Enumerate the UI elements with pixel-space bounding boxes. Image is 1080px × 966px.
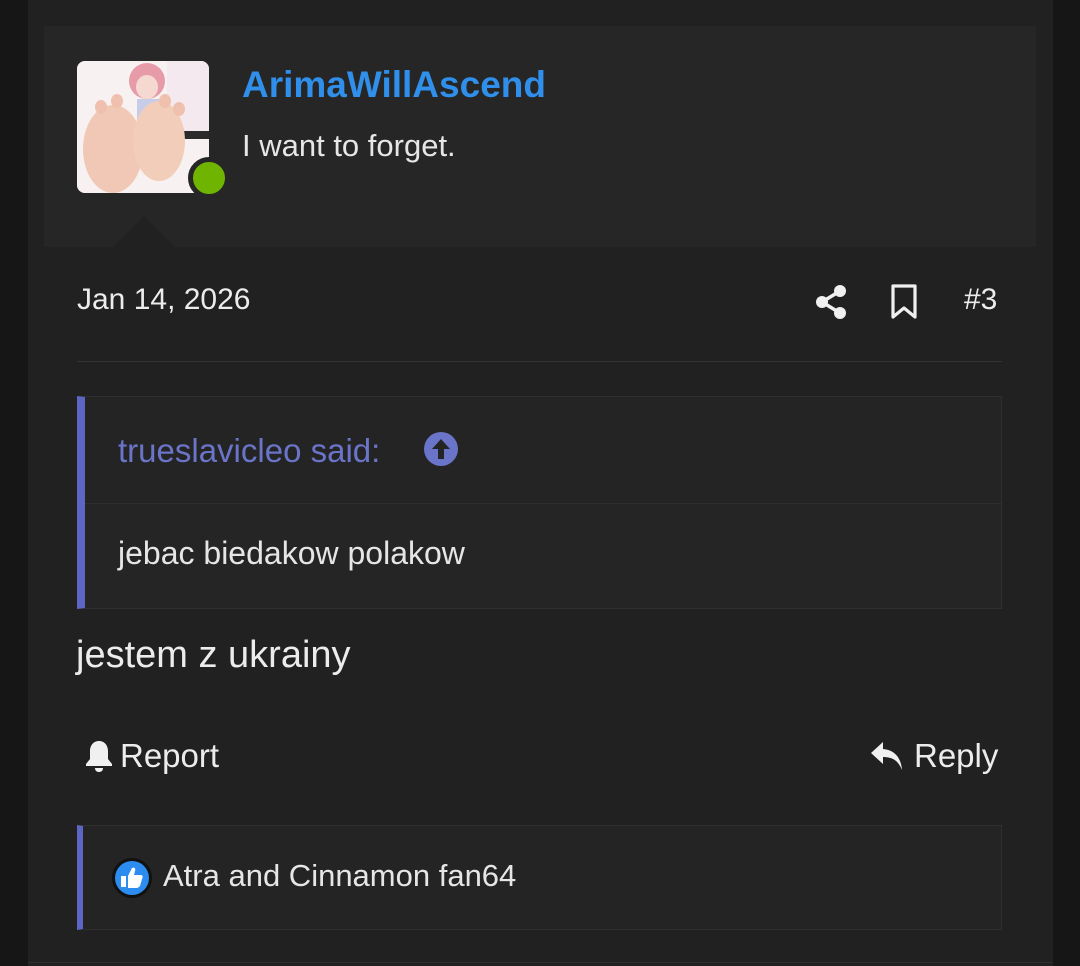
online-status-indicator <box>188 157 230 199</box>
post-number-link[interactable]: #3 <box>964 283 997 317</box>
post-date[interactable]: Jan 14, 2026 <box>77 283 250 317</box>
header-notch <box>112 216 176 248</box>
bell-icon <box>86 741 112 772</box>
report-button[interactable]: Report <box>84 736 219 776</box>
bookmark-icon[interactable] <box>890 284 918 320</box>
arrow-up-circle-icon[interactable] <box>423 431 459 467</box>
quote-body: jebac biedakow polakow <box>118 535 465 571</box>
share-icon[interactable] <box>814 284 848 320</box>
bottom-divider <box>28 962 1053 963</box>
reaction-users-link[interactable]: Atra and Cinnamon fan64 <box>163 858 516 894</box>
reply-arrow-icon <box>871 742 902 770</box>
reply-button[interactable]: Reply <box>870 736 998 776</box>
thumbs-up-icon <box>112 858 152 898</box>
username-link[interactable]: ArimaWillAscend <box>242 64 546 106</box>
reply-label: Reply <box>914 737 999 774</box>
reactions-bar[interactable]: Atra and Cinnamon fan64 <box>77 825 1002 930</box>
quote-header: trueslavicleo said: <box>85 397 1001 504</box>
report-label: Report <box>120 737 220 774</box>
divider <box>77 361 1002 362</box>
post-message: jestem z ukrainy <box>76 634 351 676</box>
quote-author-link[interactable]: trueslavicleo said: <box>118 432 380 470</box>
post-container: ArimaWillAscend I want to forget. Jan 14… <box>28 0 1053 966</box>
quote-block: trueslavicleo said: jebac biedakow polak… <box>77 396 1002 609</box>
user-title: I want to forget. <box>242 128 456 163</box>
